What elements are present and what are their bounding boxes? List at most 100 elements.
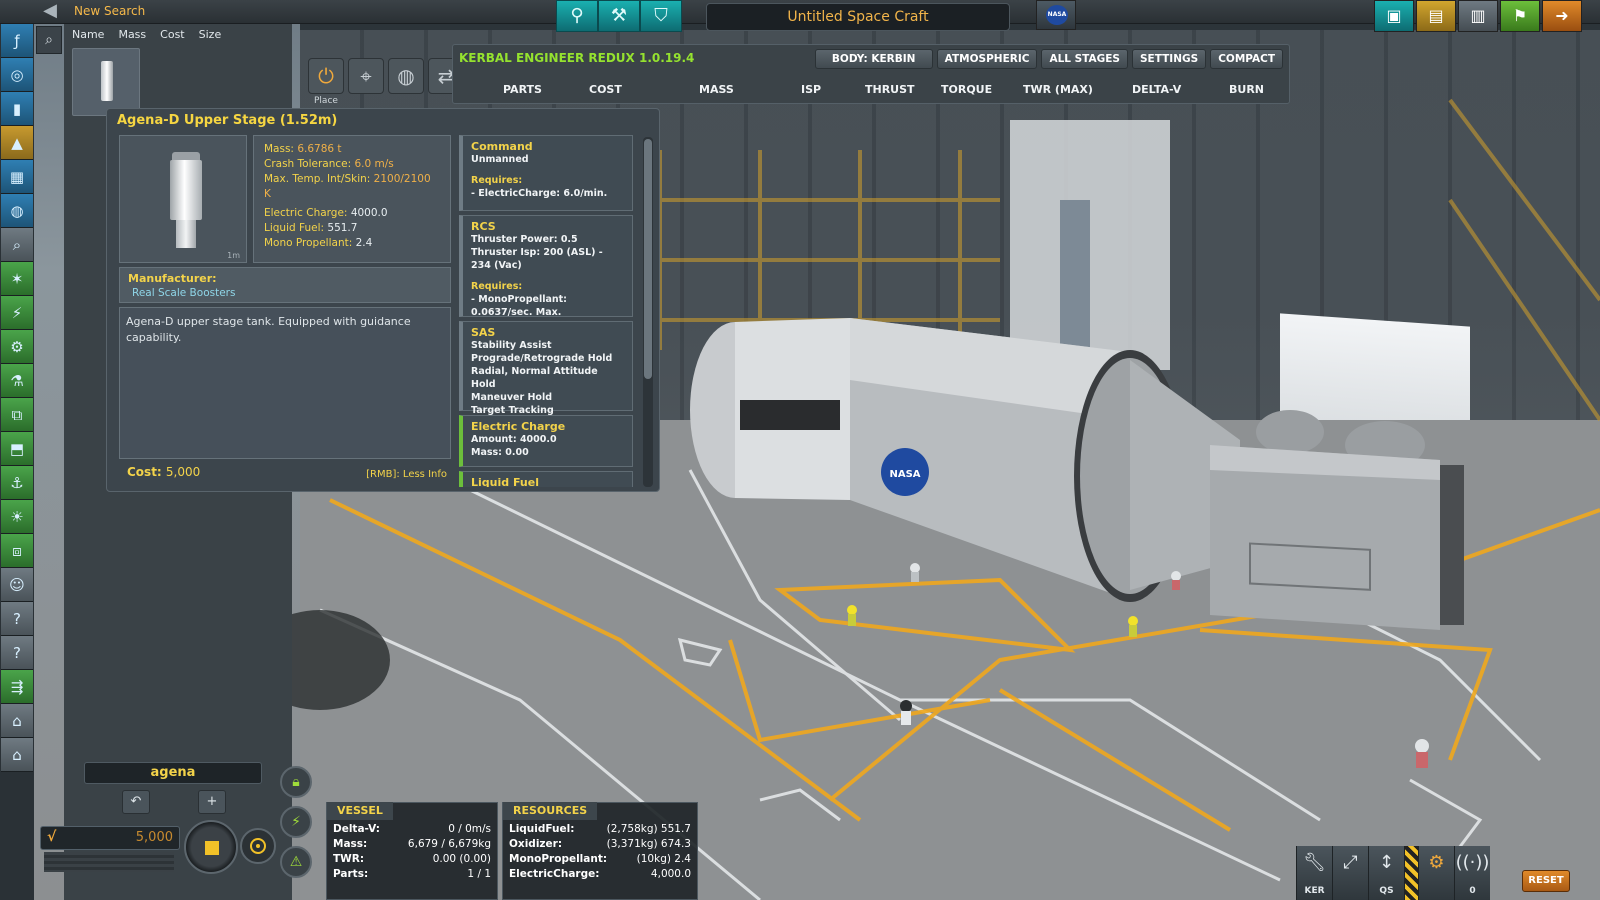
building-category-icon[interactable]: ⌂ (1, 704, 33, 738)
aero-category-icon[interactable]: ◍ (1, 194, 33, 228)
function-filter-icon[interactable]: ƒ (1, 24, 33, 58)
rotate-tool-icon[interactable]: ◍ (388, 58, 424, 94)
wrench-icon: 🔧︎ (1303, 852, 1326, 873)
part-thumbnail-image (101, 61, 113, 101)
engineer-app-button[interactable]: ⚙ (1418, 846, 1454, 900)
module-command-title: Command (471, 140, 533, 153)
module-command: Command Unmanned Requires: - ElectricCha… (459, 135, 633, 211)
vessel-tab[interactable]: VESSEL (327, 802, 393, 820)
quicksave-app-button[interactable]: ↕ QS (1368, 846, 1404, 900)
ker-body-button[interactable]: BODY: KERBIN (814, 49, 933, 69)
resource-row-value: 4,000.0 (650, 868, 691, 880)
expand-app-button[interactable]: ⤢ (1332, 846, 1368, 900)
new-search-label[interactable]: New Search (74, 4, 145, 18)
search-icon[interactable]: ⌕ (36, 26, 62, 54)
unknown-category-icon[interactable]: ? (1, 602, 33, 636)
symmetry-dot-icon (256, 844, 260, 848)
resources-tab[interactable]: RESOURCES (503, 802, 598, 820)
cargo-mode-icon[interactable]: ⛉ (640, 0, 682, 32)
launch-site-icon[interactable]: ⚑ (1500, 0, 1540, 32)
ker-col-thrust: THRUST (865, 83, 915, 96)
save-craft-icon[interactable]: ▥ (1458, 0, 1498, 32)
unknown-category-2-icon[interactable]: ? (1, 636, 33, 670)
nasa-flag-icon: NASA (1046, 5, 1068, 25)
part-thumbnail-agena[interactable] (72, 48, 140, 116)
ker-col-deltav: DELTA-V (1132, 83, 1182, 96)
stat-mono-value: 2.4 (355, 237, 373, 249)
squad-category-icon[interactable]: ☺ (1, 568, 33, 602)
snap-icon[interactable]: ⚡ (280, 806, 312, 838)
modules-scrollbar[interactable] (643, 137, 653, 487)
undo-icon[interactable]: ↶ (122, 790, 150, 814)
modules-scrollbar-thumb[interactable] (644, 139, 652, 379)
offset-tool-icon[interactable]: ⌖ (348, 58, 384, 94)
flag-button[interactable]: NASA (1036, 0, 1076, 30)
cargo-category-icon[interactable]: ⧈ (1, 534, 33, 568)
module-rcs-line2: Thruster Isp: 200 (ASL) - 234 (Vac) (471, 247, 603, 271)
expand-icon: ⤢ (1343, 852, 1358, 873)
sort-size[interactable]: Size (199, 28, 222, 41)
part-cost: Cost: 5,000 (127, 465, 200, 479)
vessel-panel: VESSEL Delta-V: 0 / 0m/s Mass: 6,679 / 6,6… (326, 802, 498, 900)
load-craft-icon[interactable]: ▤ (1416, 0, 1456, 32)
stat-crash-value: 6.0 m/s (354, 158, 394, 170)
module-command-req-label: Requires: (471, 175, 523, 186)
ker-app-button[interactable]: 🔧︎ KER (1296, 846, 1332, 900)
module-command-line1: Unmanned (471, 154, 529, 165)
fuel-tanks-category-icon[interactable]: ▮ (1, 92, 33, 126)
sort-name[interactable]: Name (72, 28, 104, 41)
ker-all-stages-button[interactable]: ALL STAGES (1041, 49, 1128, 69)
pods-category-icon[interactable]: ◎ (1, 58, 33, 92)
symmetry-button[interactable] (240, 828, 276, 864)
category-sidebar: ƒ ◎ ▮ ▲ ▦ ◍ ⌕ ✶ ⚡ ⚙ ⚗ ⧉ ⬒ ⚓ ☀ ⧈ ☺ ? ? ⇶ … (0, 24, 34, 900)
utility-category-icon[interactable]: ⚙ (1, 330, 33, 364)
resources-panel: RESOURCES LiquidFuel: (2,758kg) 551.7 Oxi… (502, 802, 698, 900)
crew-mode-icon[interactable]: ⚲ (556, 0, 598, 32)
add-filter-icon[interactable]: + (198, 790, 226, 814)
ker-compact-button[interactable]: COMPACT (1210, 49, 1283, 69)
app-toolbar: 🔧︎ KER ⤢ ↕ QS ⚙ ((·)) 0 (1296, 846, 1490, 900)
module-electric-line2: Mass: 0.00 (471, 447, 529, 458)
craft-name-field[interactable]: Untitled Space Craft (706, 3, 1010, 31)
parts-search-input[interactable]: agena (84, 762, 262, 784)
vessel-row: TWR: 0.00 (0.00) (333, 853, 491, 868)
ker-column-headers: PARTS COST MASS ISP THRUST TORQUE TWR (M… (453, 81, 1291, 101)
ker-atmospheric-button[interactable]: ATMOSPHERIC (936, 49, 1038, 69)
module-sas-line3: Radial, Normal Attitude Hold (471, 366, 598, 390)
building-category-2-icon[interactable]: ⌂ (1, 738, 33, 772)
module-sas: SAS Stability Assist Prograde/Retrograde… (459, 321, 633, 416)
collapse-parts-icon[interactable]: ◀ (38, 0, 62, 24)
file-buttons: ▣ ▤ ▥ ⚑ ➜ (1374, 0, 1582, 32)
ker-col-mass: MASS (699, 83, 734, 96)
actions-mode-icon[interactable]: ⚒ (598, 0, 640, 32)
rcs-category-icon[interactable]: ✶ (1, 262, 33, 296)
place-tool-icon[interactable]: ⏻ (308, 58, 344, 94)
angle-snap-icon[interactable]: ⚠ (280, 846, 312, 878)
reset-button[interactable]: RESET (1522, 870, 1570, 892)
vessel-row: Delta-V: 0 / 0m/s (333, 823, 491, 838)
ker-settings-button[interactable]: SETTINGS (1132, 49, 1207, 69)
subassembly-category-icon[interactable]: ⇶ (1, 670, 33, 704)
launch-button[interactable] (184, 820, 238, 874)
thermal-category-icon[interactable]: ☀ (1, 500, 33, 534)
engines-category-icon[interactable]: ▲ (1, 126, 33, 160)
exit-editor-icon[interactable]: ➜ (1542, 0, 1582, 32)
sort-cost[interactable]: Cost (160, 28, 184, 41)
search-category-icon[interactable]: ⌕ (1, 228, 33, 262)
sort-mass[interactable]: Mass (118, 28, 146, 41)
launch-icon (205, 841, 219, 855)
qs-label: QS (1379, 886, 1394, 896)
part-preview-tank (170, 160, 202, 220)
commnet-app-button[interactable]: ((·)) 0 (1454, 846, 1490, 900)
part-modules-list[interactable]: Command Unmanned Requires: - ElectricCha… (459, 135, 637, 487)
coupling-category-icon[interactable]: ⧉ (1, 398, 33, 432)
new-craft-icon[interactable]: ▣ (1374, 0, 1414, 32)
science-category-icon[interactable]: ⚗ (1, 364, 33, 398)
ground-category-icon[interactable]: ⚓ (1, 466, 33, 500)
payload-category-icon[interactable]: ⬒ (1, 432, 33, 466)
lock-icon[interactable]: 🔒︎ (280, 766, 312, 798)
part-cost-label: Cost: (127, 465, 162, 479)
resource-row-label: LiquidFuel: (509, 823, 575, 835)
electrical-category-icon[interactable]: ⚡ (1, 296, 33, 330)
structural-category-icon[interactable]: ▦ (1, 160, 33, 194)
